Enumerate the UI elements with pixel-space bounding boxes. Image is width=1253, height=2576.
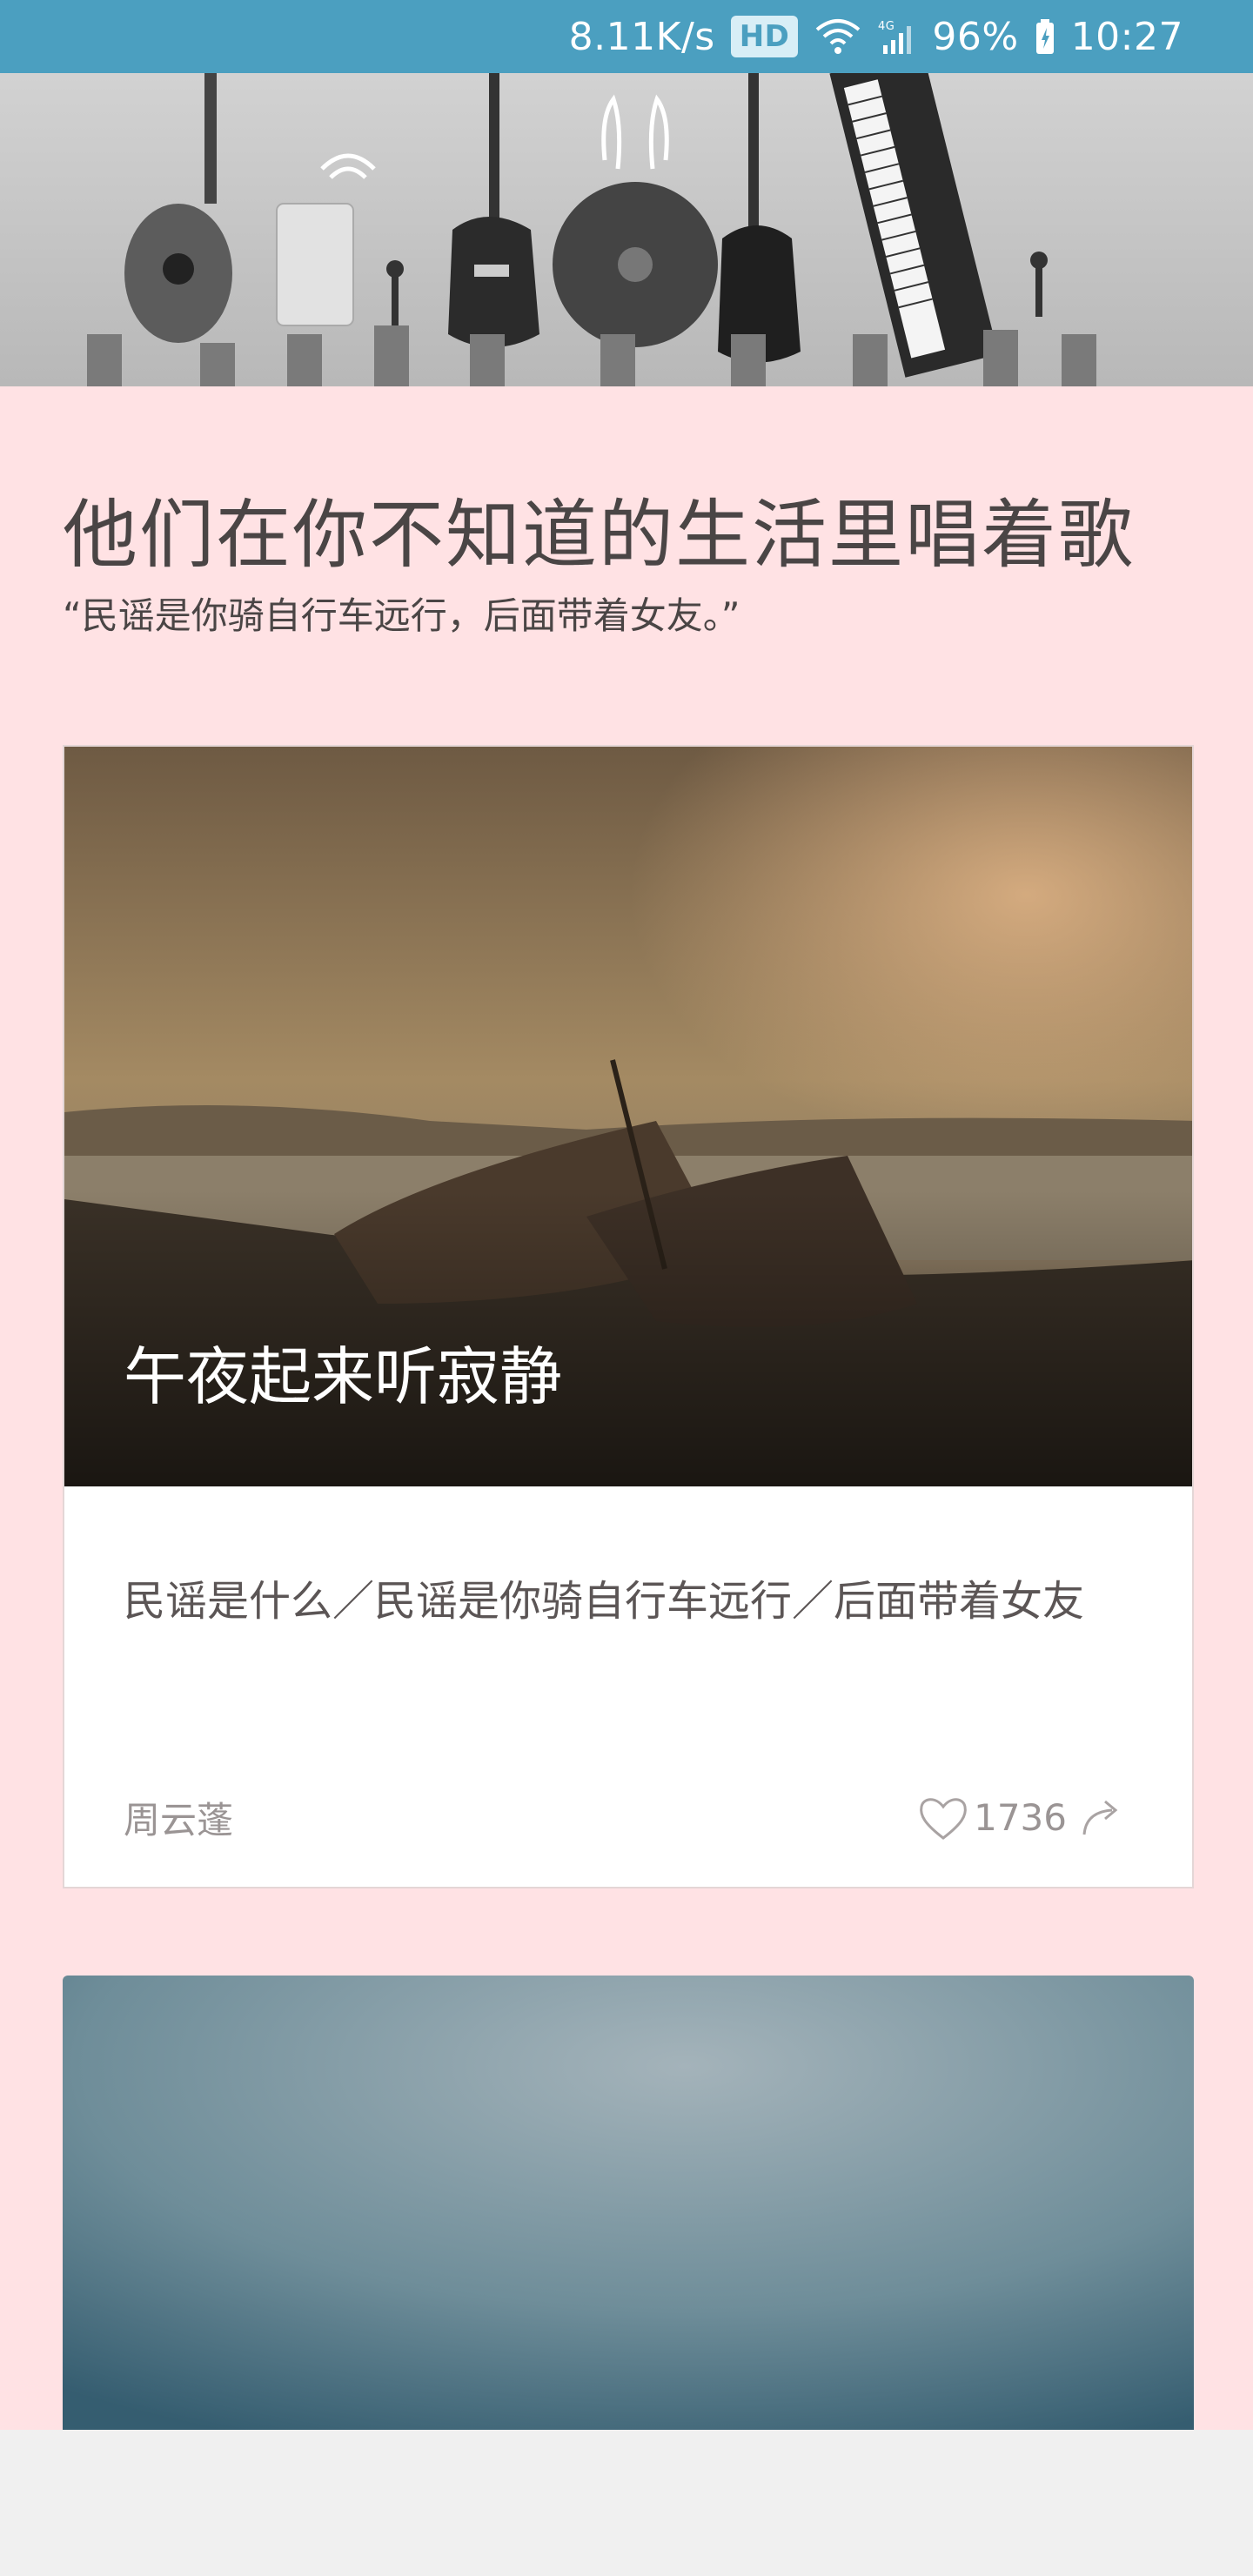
card-cover-image[interactable]: 午夜起来听寂静	[64, 747, 1192, 1486]
battery-icon	[1035, 17, 1055, 56]
clock: 10:27	[1070, 14, 1183, 59]
network-speed: 8.11K/s	[568, 14, 715, 59]
battery-percent: 96%	[932, 14, 1019, 59]
card-cover-image-2	[63, 1976, 1194, 2430]
like-count: 1736	[974, 1795, 1067, 1839]
article-card-2[interactable]	[63, 1976, 1194, 2430]
content-area: 他们在你不知道的生活里唱着歌 “民谣是你骑自行车远行，后面带着女友。” 午夜起来…	[0, 386, 1253, 2430]
bottom-area	[0, 2430, 1253, 2576]
page-title: 他们在你不知道的生活里唱着歌	[63, 492, 1135, 579]
hd-label: HD	[730, 16, 799, 57]
card-author: 周云蓬	[124, 1798, 234, 1841]
share-icon[interactable]	[1079, 1794, 1124, 1840]
card-actions: 1736	[916, 1793, 1124, 1841]
page-subtitle: “民谣是你骑自行车远行，后面带着女友。”	[63, 594, 740, 637]
header-banner-image	[0, 73, 1253, 386]
wifi-icon	[814, 17, 862, 56]
hd-badge: HD	[730, 16, 799, 57]
status-bar: 8.11K/s HD 4G 96% 10:27	[0, 0, 1253, 73]
heart-icon[interactable]	[916, 1793, 970, 1841]
network-type: 4G	[878, 20, 895, 33]
article-card[interactable]: 午夜起来听寂静 民谣是什么／民谣是你骑自行车远行／后面带着女友 周云蓬 1736	[63, 745, 1194, 1888]
card-title: 午夜起来听寂静	[124, 1340, 563, 1413]
card-excerpt: 民谣是什么／民谣是你骑自行车远行／后面带着女友	[124, 1577, 1085, 1626]
card-footer: 周云蓬 1736	[124, 1791, 1124, 1843]
signal-icon: 4G	[878, 17, 916, 56]
